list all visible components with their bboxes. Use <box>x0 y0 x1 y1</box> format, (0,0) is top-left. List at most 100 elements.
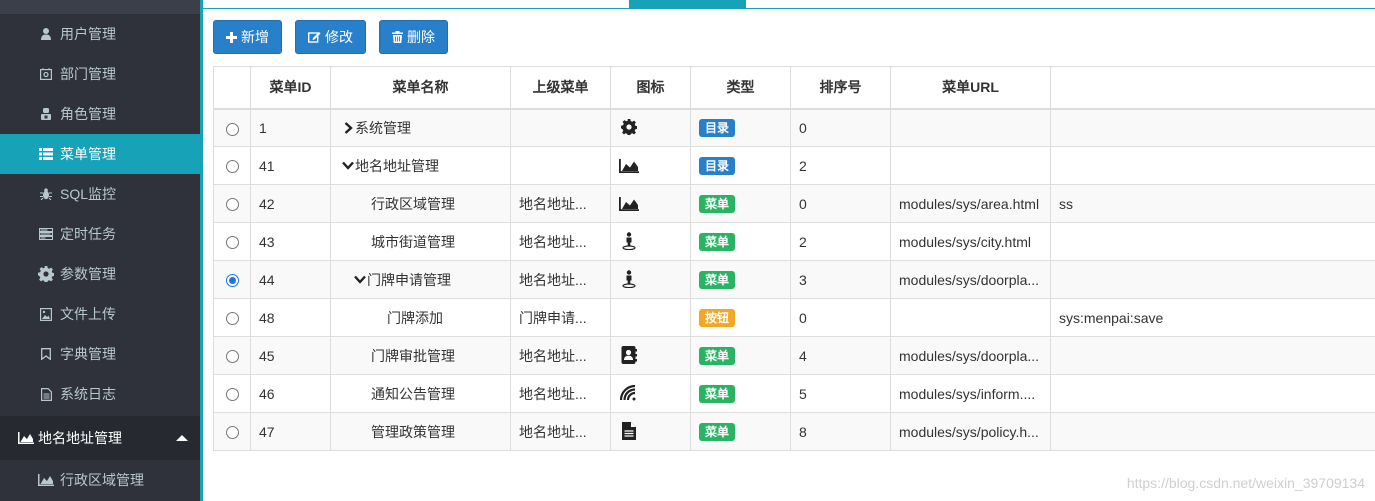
edit-button[interactable]: 修改 <box>295 20 366 54</box>
table-row[interactable]: 48 门牌添加 门牌申请... 按钮 0 sys:menpai:save <box>213 298 1375 337</box>
sidebar-item-3[interactable]: 菜单管理 <box>0 134 200 174</box>
sidebar-item-8[interactable]: 字典管理 <box>0 334 200 374</box>
header-icon[interactable]: 图标 <box>610 66 691 110</box>
sidebar-item-6[interactable]: 参数管理 <box>0 254 200 294</box>
menu-name-text: 门牌申请管理 <box>367 271 451 288</box>
cell-order: 4 <box>790 336 891 375</box>
cell-menu-name: 城市街道管理 <box>330 222 511 261</box>
sidebar-subitem-area[interactable]: 行政区域管理 <box>0 460 200 500</box>
cell-parent-menu: 地名地址... <box>510 336 611 375</box>
sidebar-item-0[interactable]: 用户管理 <box>0 14 200 54</box>
sidebar-group-address[interactable]: 地名地址管理 <box>0 416 200 460</box>
sidebar-item-label: 字典管理 <box>60 346 116 362</box>
menu-name-text: 门牌审批管理 <box>371 347 455 364</box>
plus-icon <box>226 31 237 43</box>
image-file-icon <box>38 307 54 321</box>
type-badge: 按钮 <box>699 308 736 327</box>
menu-name-text: 通知公告管理 <box>371 385 455 402</box>
header-menu-url[interactable]: 菜单URL <box>890 66 1051 110</box>
cell-parent-menu: 地名地址... <box>510 222 611 261</box>
table-row[interactable]: 46 通知公告管理 地名地址... 菜单 5 modules/sys/inform.... <box>213 374 1375 413</box>
row-radio[interactable] <box>225 122 239 136</box>
header-order[interactable]: 排序号 <box>790 66 891 110</box>
cell-menu-name: 通知公告管理 <box>330 374 511 413</box>
row-radio[interactable] <box>225 426 239 440</box>
cell-type: 按钮 <box>690 298 791 337</box>
chevron-right-icon[interactable] <box>341 121 355 134</box>
row-select-cell <box>213 184 251 223</box>
sidebar: 用户管理部门管理角色管理菜单管理 SQL监控 定时任务参数管理文件上传字典管理系统日… <box>0 0 200 501</box>
sidebar-item-5[interactable]: 定时任务 <box>0 214 200 254</box>
header-parent-menu[interactable]: 上级菜单 <box>510 66 611 110</box>
gear-icon <box>38 266 54 282</box>
row-radio[interactable] <box>225 350 239 364</box>
cell-menu-url: modules/sys/doorpla... <box>890 260 1051 299</box>
edit-icon <box>308 31 321 43</box>
row-radio[interactable] <box>225 236 239 250</box>
row-select-cell <box>213 412 251 451</box>
cell-order: 2 <box>790 222 891 261</box>
sidebar-item-7[interactable]: 文件上传 <box>0 294 200 334</box>
sidebar-item-label: 部门管理 <box>60 66 116 82</box>
row-radio[interactable] <box>225 160 239 174</box>
menu-name-text: 城市街道管理 <box>371 233 455 250</box>
row-radio[interactable] <box>225 274 239 288</box>
cell-icon <box>610 374 691 413</box>
table-row[interactable]: 47 管理政策管理 地名地址... 菜单 8 modules/sys/policy.h..… <box>213 412 1375 451</box>
type-badge: 目录 <box>699 118 736 137</box>
row-select-cell <box>213 108 251 147</box>
cell-menu-id: 41 <box>250 146 331 185</box>
type-badge: 目录 <box>699 156 736 175</box>
cell-menu-name: 系统管理 <box>330 108 511 147</box>
cell-perms <box>1050 146 1375 185</box>
sidebar-subitem-label: 行政区域管理 <box>60 472 144 488</box>
sidebar-item-1[interactable]: 部门管理 <box>0 54 200 94</box>
chevron-down-icon[interactable] <box>341 161 355 170</box>
sidebar-item-label: 菜单管理 <box>60 146 116 162</box>
table-row[interactable]: 42 行政区域管理 地名地址... 菜单 0 modules/sys/area.html s… <box>213 184 1375 223</box>
header-type[interactable]: 类型 <box>690 66 791 110</box>
cell-icon <box>610 222 691 261</box>
delete-button-label: 删除 <box>407 29 435 45</box>
row-radio[interactable] <box>225 312 239 326</box>
area-chart-icon <box>619 156 639 176</box>
cell-parent-menu: 门牌申请... <box>510 298 611 337</box>
table-header-row: 菜单ID 菜单名称 上级菜单 图标 类型 排序号 菜单URL <box>213 66 1375 110</box>
delete-button[interactable]: 删除 <box>379 20 448 54</box>
role-icon <box>38 108 54 120</box>
street-view-icon <box>619 231 639 251</box>
cell-order: 8 <box>790 412 891 451</box>
tab-bar-line <box>203 8 1375 9</box>
cell-menu-url <box>890 298 1051 337</box>
cell-type: 菜单 <box>690 336 791 375</box>
cell-type: 菜单 <box>690 222 791 261</box>
cell-parent-menu <box>510 108 611 147</box>
gear-icon <box>619 117 639 137</box>
row-radio[interactable] <box>225 198 239 212</box>
sidebar-item-9[interactable]: 系统日志 <box>0 374 200 414</box>
menu-table: 菜单ID 菜单名称 上级菜单 图标 类型 排序号 菜单URL 1 系统管理 目录 0 4… <box>213 66 1375 451</box>
sidebar-item-4[interactable]: SQL监控 <box>0 174 200 214</box>
cell-menu-name: 门牌申请管理 <box>330 260 511 299</box>
add-button-label: 新增 <box>241 29 269 45</box>
row-select-cell <box>213 374 251 413</box>
cell-perms <box>1050 222 1375 261</box>
row-radio[interactable] <box>225 388 239 402</box>
cell-menu-url: modules/sys/inform.... <box>890 374 1051 413</box>
table-row[interactable]: 1 系统管理 目录 0 <box>213 108 1375 147</box>
sidebar-top-strip <box>0 0 200 14</box>
table-row[interactable]: 41 地名地址管理 目录 2 <box>213 146 1375 185</box>
table-row[interactable]: 45 门牌审批管理 地名地址... 菜单 4 modules/sys/doorpla... <box>213 336 1375 375</box>
user-icon <box>38 28 54 40</box>
sidebar-item-label: 参数管理 <box>60 266 116 282</box>
menu-name-text: 地名地址管理 <box>355 157 439 174</box>
header-menu-name[interactable]: 菜单名称 <box>330 66 511 110</box>
tab-active-indicator[interactable] <box>629 0 746 9</box>
table-row[interactable]: 43 城市街道管理 地名地址... 菜单 2 modules/sys/city.html <box>213 222 1375 261</box>
table-row[interactable]: 44 门牌申请管理 地名地址... 菜单 3 modules/sys/doorpla... <box>213 260 1375 299</box>
header-menu-id[interactable]: 菜单ID <box>250 66 331 110</box>
add-button[interactable]: 新增 <box>213 20 282 54</box>
chevron-down-icon[interactable] <box>353 275 367 284</box>
row-select-cell <box>213 336 251 375</box>
sidebar-item-2[interactable]: 角色管理 <box>0 94 200 134</box>
